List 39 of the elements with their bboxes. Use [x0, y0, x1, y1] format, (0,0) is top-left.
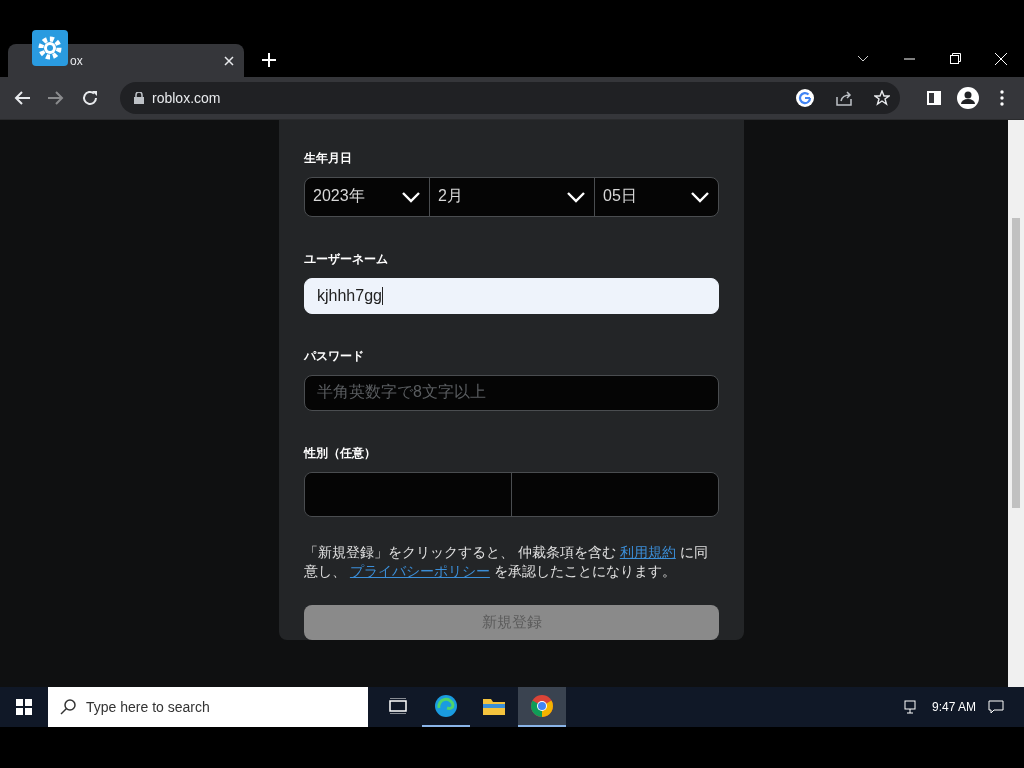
clock-text[interactable]: 9:47 AM: [931, 700, 976, 714]
profile-icon[interactable]: [957, 87, 979, 109]
field-label: 生年月日: [304, 150, 353, 167]
plus-icon[interactable]: [262, 53, 276, 67]
reload-icon[interactable]: [82, 90, 98, 106]
address-bar[interactable]: roblox.com: [120, 82, 900, 114]
wave-swirl-icon: [434, 694, 458, 718]
side-panel-icon[interactable]: [927, 91, 941, 105]
terms-link[interactable]: 利用規約: [619, 544, 676, 561]
star-icon[interactable]: [874, 90, 890, 106]
forward-arrow-icon[interactable]: [48, 91, 64, 105]
browser-icon: [530, 694, 554, 718]
minimize-icon[interactable]: [903, 57, 915, 60]
chevron-down-icon[interactable]: [857, 54, 869, 63]
folder-icon: [482, 696, 506, 716]
windows-logo-icon[interactable]: [16, 699, 32, 715]
url-text: roblox.com: [152, 90, 222, 106]
close-icon[interactable]: [224, 55, 234, 66]
taskbar-app[interactable]: [518, 687, 566, 727]
field-label: 性別（任意）: [304, 444, 377, 462]
terms-link[interactable]: プライバシーポリシー: [349, 563, 490, 580]
notification-icon[interactable]: [988, 700, 1004, 714]
username-field[interactable]: kjhhh7gg: [304, 277, 719, 314]
taskbar-search-field[interactable]: Type here to search: [48, 687, 368, 727]
share-icon[interactable]: [836, 90, 854, 106]
lock-icon: [134, 92, 144, 104]
gear-icon[interactable]: [32, 30, 68, 66]
terms-text: 「新規登録」をクリックすると、 仲裁条項を含む 利用規約 に同意し、 プライバシーポリシー を承認したことになります。: [304, 543, 709, 582]
tab-title: ox: [69, 53, 84, 68]
more-icon[interactable]: [1000, 90, 1004, 106]
back-arrow-icon[interactable]: [14, 91, 30, 105]
g-logo-icon[interactable]: [796, 89, 814, 107]
browser-tab[interactable]: ox: [8, 44, 244, 77]
restore-icon[interactable]: [949, 53, 961, 64]
scrollbar[interactable]: [1008, 120, 1024, 687]
field-label: パスワード: [304, 347, 365, 365]
search-icon: [60, 699, 76, 715]
task-view-icon: [389, 698, 407, 714]
field-label: ユーザーネーム: [304, 250, 389, 268]
